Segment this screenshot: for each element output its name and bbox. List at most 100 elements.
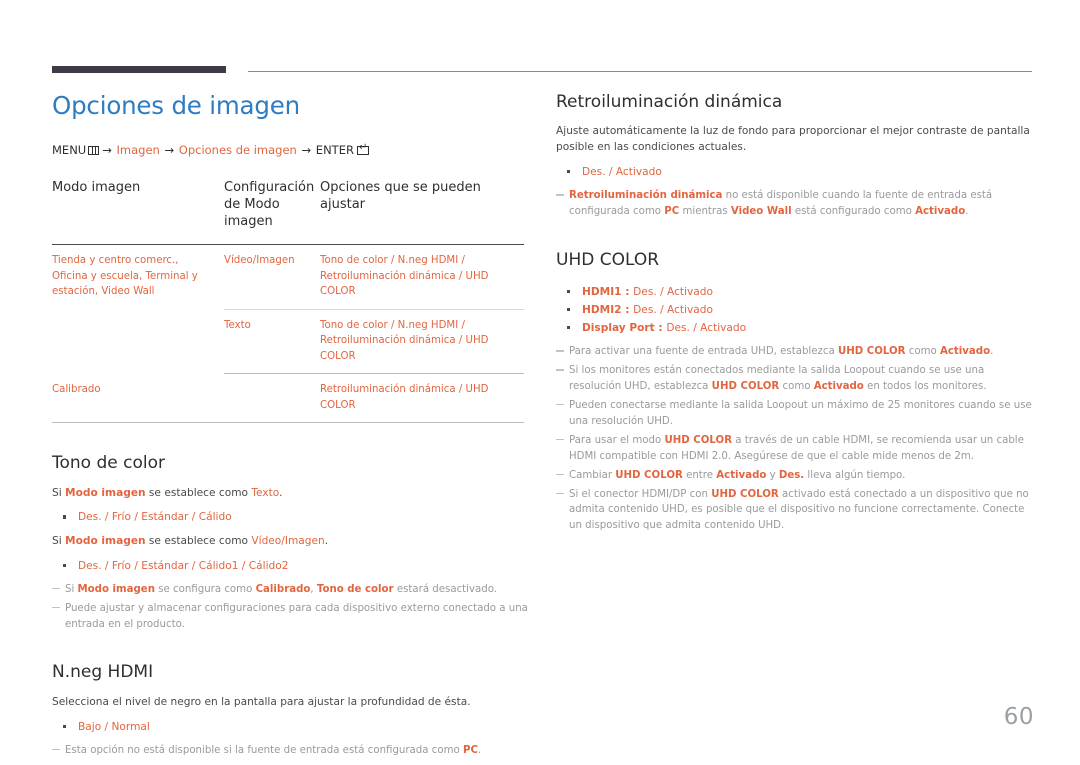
note-part: Des. [778, 469, 805, 481]
retro-options-list: Des. / Activado [556, 163, 1034, 181]
section-heading-retroiluminacion: Retroiluminación dinámica [556, 92, 783, 112]
note-part: UHD COLOR [664, 434, 733, 446]
tono-condition-1-mid: se establece como [145, 486, 252, 499]
breadcrumb-item-opciones-de-imagen[interactable]: Opciones de imagen [179, 143, 297, 157]
list-item: HDMI2 : Des. / Activado [556, 301, 1034, 319]
header-rule-line [248, 71, 1032, 72]
list-item: Bajo / Normal [52, 718, 532, 736]
note-part: Si [65, 583, 78, 595]
note-part: Activado [940, 346, 991, 358]
cell-mode-3: Calibrado [52, 373, 224, 424]
cell-config-1: Vídeo/Imagen [224, 244, 320, 310]
note-part: lleva algún tiempo. [804, 469, 906, 481]
tono-condition-1-pre: Si [52, 486, 66, 499]
note-item: Puede ajustar y almacenar configuracione… [52, 601, 532, 633]
enter-key-icon [356, 143, 369, 156]
breadcrumb-arrow-1: → [102, 143, 112, 158]
tono-condition-2-pre: Si [52, 534, 66, 547]
right-column: Retroiluminación dinámica Ajuste automát… [556, 92, 1034, 540]
list-item: Des. / Activado [556, 163, 1034, 181]
note-part: UHD COLOR [711, 381, 780, 393]
note-part: se configura como [154, 583, 256, 595]
nneg-options-list: Bajo / Normal [52, 718, 532, 736]
note-item: Para activar una fuente de entrada UHD, … [556, 344, 1034, 360]
nneg-description: Selecciona el nivel de negro en la panta… [52, 695, 471, 708]
cell-options-1: Tono de color / N.neg HDMI / Retroilumin… [320, 244, 524, 310]
note-part: Calibrado [255, 583, 311, 595]
list-item: HDMI1 : Des. / Activado [556, 283, 1034, 301]
note-part: . [477, 744, 482, 756]
note-part: entre [682, 469, 717, 481]
cell-options-3: Retroiluminación dinámica / UHD COLOR [320, 373, 524, 424]
section-heading-nneg-hdmi: N.neg HDMI [52, 662, 154, 683]
note-part: Modo imagen [77, 583, 155, 595]
note-item: Retroiluminación dinámica no está dispon… [556, 188, 1034, 220]
tono-condition-1-end: . [279, 486, 283, 499]
tono-condition-2-value: Vídeo/Imagen [251, 534, 325, 547]
cell-config-3 [224, 373, 320, 424]
tono-condition-2-mid: se establece como [145, 534, 252, 547]
table-header-configuracion: Configuración de Modo imagen [224, 180, 315, 229]
note-part: Activado [716, 469, 767, 481]
cell-options-2: Tono de color / N.neg HDMI / Retroilumin… [320, 309, 524, 375]
note-part: Pueden conectarse mediante la salida Loo… [569, 399, 1032, 427]
list-item-values: Des. / Activado [633, 285, 713, 298]
list-item-lead: HDMI2 : [582, 303, 634, 316]
note-item: Esta opción no está disponible si la fue… [52, 743, 532, 759]
page-number: 60 [1003, 704, 1034, 730]
note-part: está configurado como [791, 206, 916, 218]
note-part: Para usar el modo [569, 434, 665, 446]
note-part: . [965, 206, 969, 218]
note-part: mientras [679, 206, 731, 218]
note-part: Activado [813, 381, 864, 393]
note-part: Esta opción no está disponible si la fue… [65, 744, 463, 756]
header-rule-accent [52, 66, 226, 73]
note-part: como [779, 381, 814, 393]
tono-condition-1-value: Texto [251, 486, 280, 499]
note-part: Cambiar [569, 469, 616, 481]
list-item-values: Des. / Activado [666, 322, 747, 335]
table-header-row: Modo imagen Configuración de Modo imagen… [52, 180, 524, 245]
tono-notes: Si Modo imagen se configura como Calibra… [52, 582, 532, 633]
note-part: Retroiluminación dinámica [569, 190, 723, 202]
note-part: UHD COLOR [615, 469, 683, 481]
table-row: Calibrado Retroiluminación dinámica / UH… [52, 373, 524, 424]
retro-notes: Retroiluminación dinámica no está dispon… [556, 188, 1034, 220]
list-item-lead: HDMI1 : [582, 285, 634, 298]
note-part: estará desactivado. [393, 583, 498, 595]
note-part: Para activar una fuente de entrada UHD, … [569, 346, 838, 358]
section-heading-uhd-color: UHD COLOR [556, 250, 660, 271]
list-item-lead: Display Port : [582, 322, 667, 335]
note-item: Si los monitores están conectados median… [556, 363, 1034, 395]
list-item: Display Port : Des. / Activado [556, 319, 1034, 337]
note-part: UHD COLOR [837, 346, 906, 358]
breadcrumb-item-imagen[interactable]: Imagen [117, 143, 160, 157]
note-part: y [766, 469, 779, 481]
note-part: Video Wall [730, 206, 792, 218]
note-part: . [990, 346, 994, 358]
list-item: Des. / Frío / Estándar / Cálido [52, 508, 532, 526]
tono-condition-1-term: Modo imagen [65, 486, 146, 499]
breadcrumb-arrow-3: → [301, 143, 312, 158]
uhd-options-list: HDMI1 : Des. / Activado HDMI2 : Des. / Ac… [556, 283, 1034, 338]
uhd-notes: Para activar una fuente de entrada UHD, … [556, 344, 1034, 534]
note-item: Cambiar UHD COLOR entre Activado y Des. … [556, 468, 1034, 484]
note-part: en todos los monitores. [863, 381, 987, 393]
note-part: Tono de color [316, 583, 394, 595]
picture-mode-table: Modo imagen Configuración de Modo imagen… [52, 180, 524, 424]
tono-condition-2-term: Modo imagen [65, 534, 146, 547]
left-column: Opciones de imagen MENU → Imagen → Opcion… [52, 91, 532, 765]
note-part: Activado [915, 206, 966, 218]
list-item: Des. / Frío / Estándar / Cálido1 / Cálid… [52, 557, 532, 575]
list-item-values: Des. / Activado [633, 303, 713, 316]
header-rule [52, 66, 1032, 76]
breadcrumb: MENU → Imagen → Opciones de imagen → ENTE… [52, 142, 532, 158]
page-title: Opciones de imagen [52, 91, 300, 120]
table-row: Tienda y centro comerc., Oficina y escue… [52, 244, 524, 310]
document-page: Opciones de imagen MENU → Imagen → Opcion… [0, 0, 1080, 763]
note-item: Para usar el modo UHD COLOR a través de … [556, 433, 1034, 465]
note-part: PC [664, 206, 680, 218]
tono-options-list-2: Des. / Frío / Estándar / Cálido1 / Cálid… [52, 557, 532, 575]
tono-condition-1: Si Modo imagen se establece como Texto. [52, 486, 532, 502]
note-part: como [905, 346, 940, 358]
